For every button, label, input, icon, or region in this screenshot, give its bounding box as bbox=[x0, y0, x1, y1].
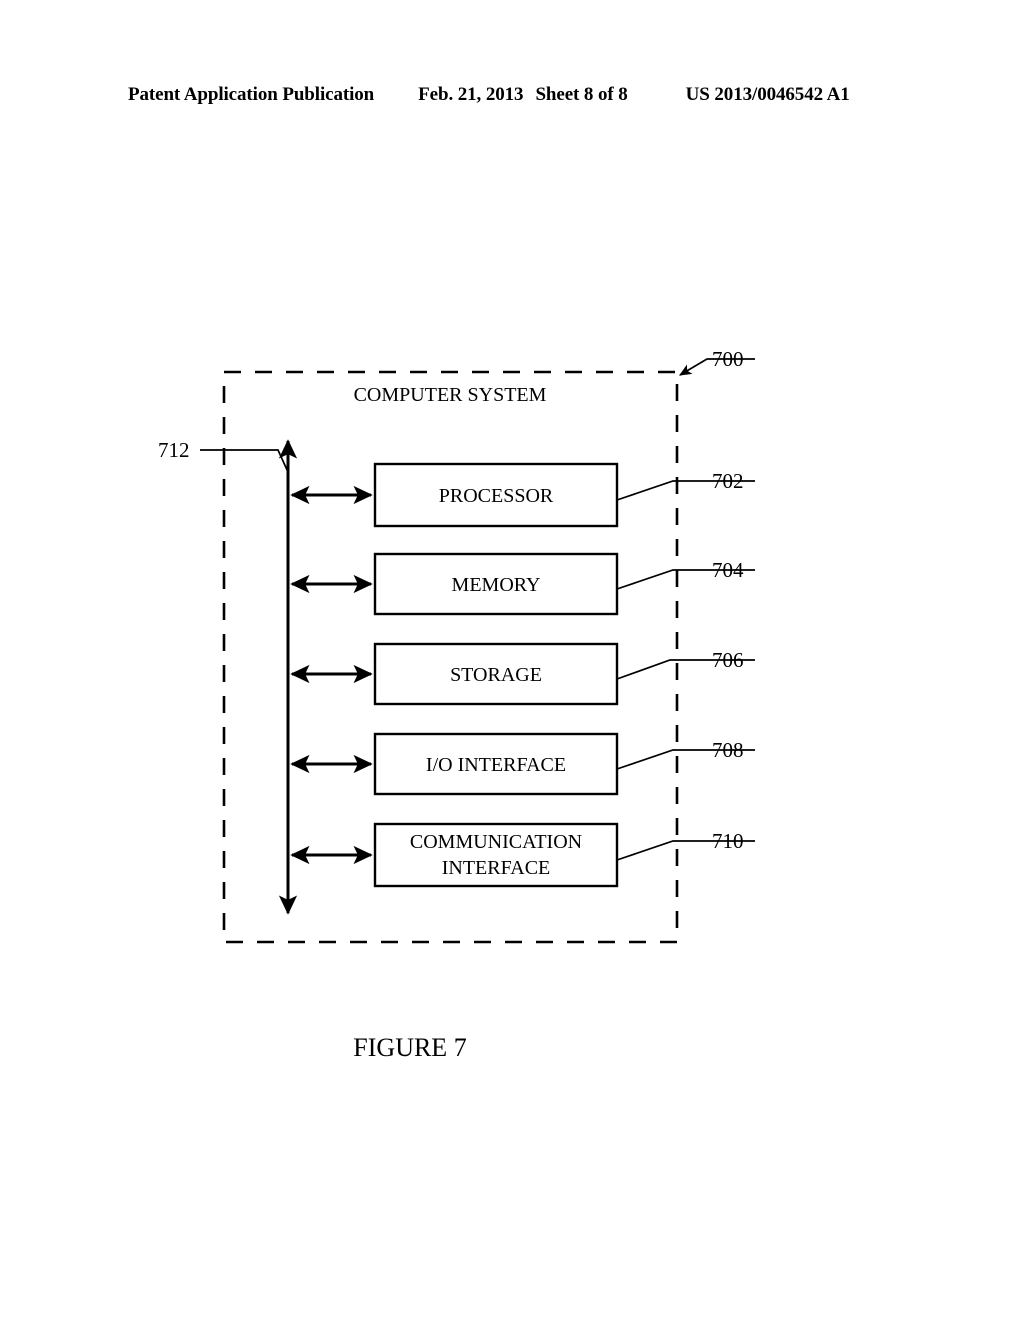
system-title: COMPUTER SYSTEM bbox=[354, 384, 547, 406]
module-storage: STORAGE 706 bbox=[290, 642, 755, 706]
ref-number-702: 702 bbox=[712, 469, 744, 493]
module-label-communication-interface-line2: INTERFACE bbox=[442, 857, 551, 879]
module-label-communication-interface-line1: COMMUNICATION bbox=[410, 831, 582, 853]
ref-number-700: 700 bbox=[712, 347, 744, 371]
figure-caption: FIGURE 7 bbox=[353, 1033, 466, 1062]
module-memory: MEMORY 704 bbox=[290, 552, 755, 616]
leader-line-712 bbox=[200, 449, 289, 473]
module-communication-interface: COMMUNICATION INTERFACE 710 bbox=[290, 822, 755, 888]
ref-number-704: 704 bbox=[712, 558, 744, 582]
figure-canvas: COMPUTER SYSTEM 700 712 PROCESSOR 702 ME… bbox=[0, 0, 1024, 1320]
ref-number-708: 708 bbox=[712, 738, 744, 762]
module-label-io-interface: I/O INTERFACE bbox=[426, 754, 566, 776]
patent-drawing-page: Patent Application Publication Feb. 21, … bbox=[0, 0, 1024, 1320]
ref-number-706: 706 bbox=[712, 648, 744, 672]
module-label-memory: MEMORY bbox=[452, 574, 541, 596]
ref-number-710: 710 bbox=[712, 829, 744, 853]
module-io-interface: I/O INTERFACE 708 bbox=[290, 732, 755, 796]
module-label-processor: PROCESSOR bbox=[439, 485, 554, 507]
ref-number-712: 712 bbox=[158, 438, 190, 462]
module-label-storage: STORAGE bbox=[450, 664, 542, 686]
module-processor: PROCESSOR 702 bbox=[290, 462, 755, 528]
